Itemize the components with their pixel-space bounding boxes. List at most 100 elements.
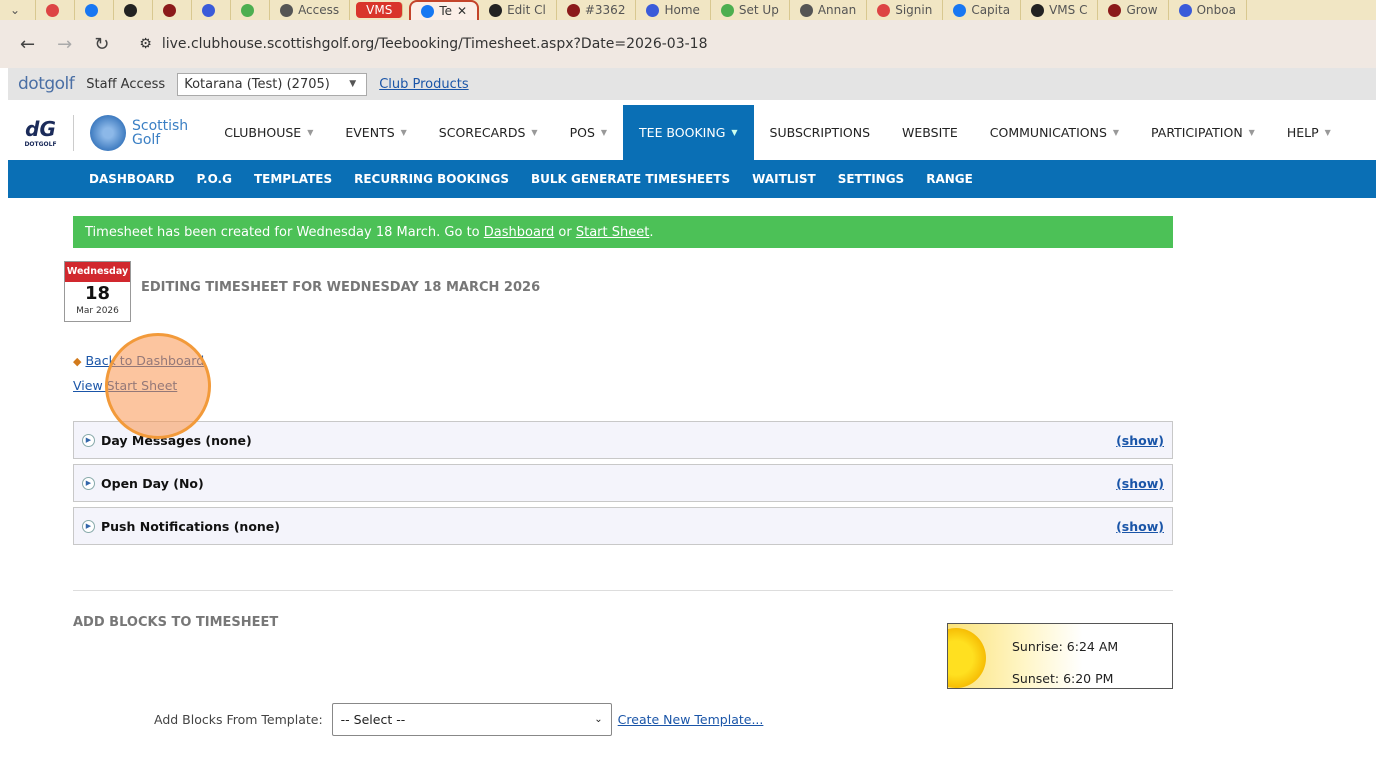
expand-icon[interactable]: ▶ (82, 476, 95, 490)
nav-item[interactable]: POS ▼ (554, 105, 623, 160)
panel-title: Push Notifications (none) (101, 518, 280, 534)
divider (73, 590, 1173, 591)
expand-icon[interactable]: ▶ (82, 433, 95, 447)
browser-tab[interactable]: Access (270, 0, 351, 20)
staff-access-label: Staff Access (86, 76, 166, 92)
club-select[interactable]: Kotarana (Test) (2705) ▼ (177, 72, 368, 96)
subnav-item[interactable]: P.O.G (185, 172, 243, 186)
alert-or: or (554, 224, 576, 240)
browser-tab[interactable]: Annan (790, 0, 868, 20)
caret-down-icon: ▼ (1324, 128, 1331, 137)
caret-down-icon: ▼ (731, 128, 738, 137)
url-text[interactable]: live.clubhouse.scottishgolf.org/Teebooki… (162, 36, 708, 52)
nav-item[interactable]: SUBSCRIPTIONS (754, 105, 886, 160)
browser-tab[interactable]: Grow (1098, 0, 1169, 20)
browser-tab[interactable]: #3362 (557, 0, 637, 20)
caret-down-icon: ▼ (400, 128, 407, 137)
panel-title: Open Day (No) (101, 475, 204, 491)
browser-tab[interactable]: Capita (943, 0, 1022, 20)
browser-tab[interactable] (36, 0, 76, 20)
reload-icon[interactable]: ↻ (94, 34, 109, 55)
favicon-icon (1108, 3, 1122, 17)
tab-title: Home (664, 3, 700, 17)
favicon-icon (124, 3, 138, 17)
collapsible-panel[interactable]: ▶ Push Notifications (none) (show) (73, 507, 1173, 545)
nav-item-label: POS (569, 125, 595, 140)
favicon-icon (46, 3, 60, 17)
browser-tab[interactable] (192, 0, 232, 20)
nav-item[interactable]: COMMUNICATIONS ▼ (974, 105, 1135, 160)
browser-tab-strip: ⌄ Access VMS Te ✕ Edit Cl #3362 Home Set Up Annan… (0, 0, 1376, 20)
chevron-down-icon: ⌄ (594, 714, 603, 725)
browser-tab[interactable] (231, 0, 271, 20)
browser-tab[interactable] (153, 0, 193, 20)
scottish-golf-logo[interactable]: Scottish Golf (74, 114, 208, 151)
address-bar-row: ← → ↻ ⚙ live.clubhouse.scottishgolf.org/… (0, 20, 1376, 68)
browser-tab[interactable]: Signin (867, 0, 944, 20)
club-products-link[interactable]: Club Products (379, 77, 468, 92)
favicon-icon (280, 3, 294, 17)
collapsible-panel[interactable]: ▶ Day Messages (none) (show) (73, 421, 1173, 459)
tab-title: Edit Cl (507, 3, 546, 17)
alert-dashboard-link[interactable]: Dashboard (484, 225, 555, 240)
browser-tab[interactable]: Set Up (711, 0, 790, 20)
panel-show-link[interactable]: (show) (1116, 433, 1164, 448)
nav-item[interactable]: HELP ▼ (1271, 105, 1347, 160)
success-alert: Timesheet has been created for Wednesday… (73, 216, 1173, 248)
panel-show-link[interactable]: (show) (1116, 476, 1164, 491)
create-template-link[interactable]: Create New Template... (618, 712, 764, 727)
subnav-item[interactable]: WAITLIST (741, 172, 827, 186)
subnav-item[interactable]: DASHBOARD (78, 172, 185, 186)
nav-item[interactable]: WEBSITE (886, 105, 974, 160)
tab-title: VMS C (1049, 3, 1088, 17)
nav-item-label: TEE BOOKING (639, 125, 726, 140)
nav-item-label: SUBSCRIPTIONS (769, 125, 871, 140)
close-icon[interactable]: ✕ (457, 4, 467, 18)
panel-header: ▶ Open Day (No) (82, 476, 204, 491)
browser-tab[interactable]: Onboa (1169, 0, 1247, 20)
subnav-item[interactable]: RANGE (915, 172, 984, 186)
url-field[interactable]: ⚙ live.clubhouse.scottishgolf.org/Teeboo… (139, 36, 708, 52)
browser-tab[interactable] (114, 0, 154, 20)
alert-end: . (649, 224, 654, 240)
panel-show-link[interactable]: (show) (1116, 519, 1164, 534)
back-to-dashboard-link[interactable]: Back to Dashboard (85, 353, 204, 368)
nav-item[interactable]: EVENTS ▼ (329, 105, 422, 160)
dotgolf-header-logo[interactable]: dG DOTGOLF (8, 114, 74, 151)
favicon-icon (202, 3, 216, 17)
collapsible-panel[interactable]: ▶ Open Day (No) (show) (73, 464, 1173, 502)
sunrise-text: Sunrise: 6:24 AM (1012, 639, 1119, 654)
view-start-sheet-link[interactable]: View Start Sheet (73, 378, 177, 393)
favicon-icon (799, 3, 813, 17)
alert-text: Timesheet has been created for Wednesday… (85, 224, 484, 240)
alert-start-sheet-link[interactable]: Start Sheet (576, 225, 649, 240)
nav-item-label: PARTICIPATION (1151, 125, 1243, 140)
nav-item[interactable]: CLUBHOUSE ▼ (208, 105, 329, 160)
browser-tab[interactable]: Te ✕ (409, 0, 480, 20)
favicon-icon (720, 3, 734, 17)
template-select[interactable]: -- Select -- ⌄ (331, 703, 612, 736)
golf-ball-icon (90, 114, 126, 151)
sunset-text: Sunset: 6:20 PM (1012, 671, 1114, 686)
nav-item[interactable]: TEE BOOKING ▼ (623, 105, 754, 160)
browser-tab[interactable]: VMS C (1021, 0, 1099, 20)
sub-nav: DASHBOARD P.O.G TEMPLATES RECURRING BOOKING… (8, 160, 1376, 198)
nav-item[interactable]: PARTICIPATION ▼ (1135, 105, 1271, 160)
back-arrow-icon[interactable]: ← (20, 34, 35, 55)
subnav-item[interactable]: BULK GENERATE TIMESHEETS (520, 172, 741, 186)
subnav-item[interactable]: RECURRING BOOKINGS (343, 172, 520, 186)
favicon-icon (1031, 3, 1045, 17)
favicon-icon (421, 4, 435, 18)
nav-item[interactable]: SCORECARDS ▼ (423, 105, 554, 160)
site-settings-icon[interactable]: ⚙ (139, 36, 152, 52)
expand-icon[interactable]: ▶ (82, 519, 95, 533)
favicon-icon (163, 3, 177, 17)
forward-arrow-icon[interactable]: → (57, 34, 72, 55)
browser-tab[interactable] (75, 0, 115, 20)
browser-tab[interactable]: Edit Cl (479, 0, 557, 20)
browser-tab[interactable]: ⌄ (0, 0, 37, 20)
subnav-item[interactable]: SETTINGS (827, 172, 916, 186)
browser-tab[interactable]: VMS (356, 2, 404, 18)
subnav-item[interactable]: TEMPLATES (243, 172, 343, 186)
browser-tab[interactable]: Home (636, 0, 711, 20)
